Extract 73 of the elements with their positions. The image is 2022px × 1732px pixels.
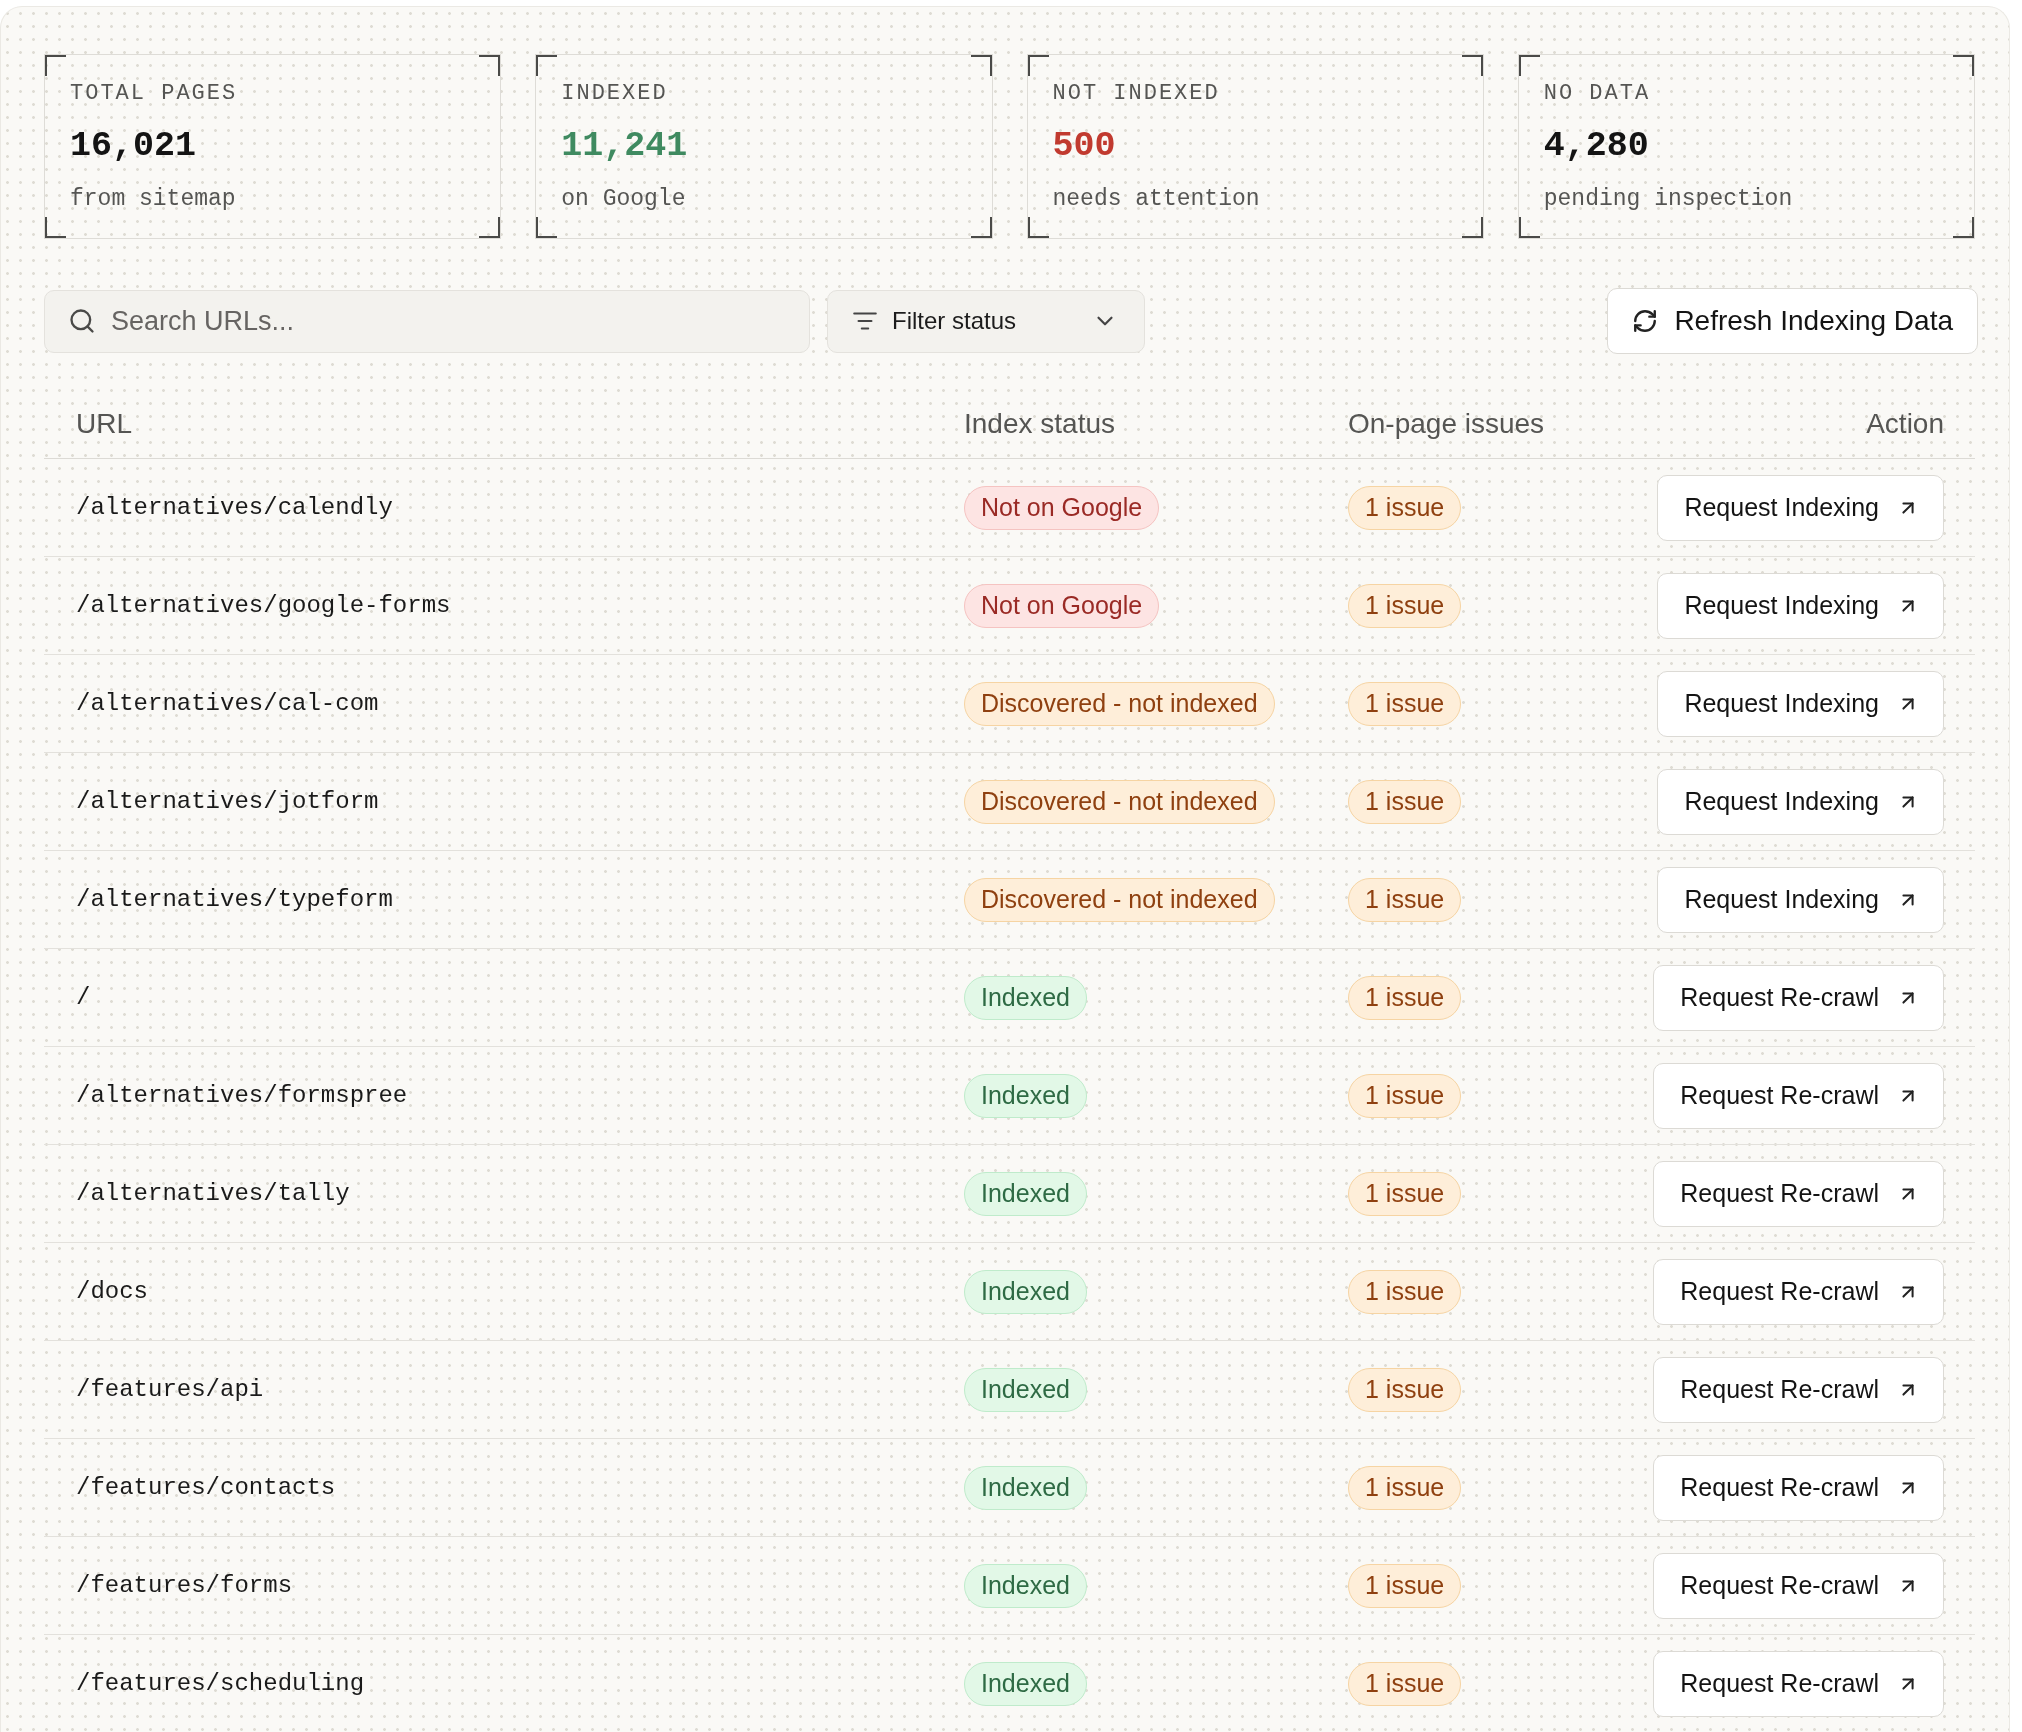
request-button[interactable]: Request Indexing (1657, 474, 1944, 541)
issues-badge: 1 issue (1348, 1171, 1462, 1216)
status-badge: Indexed (964, 1073, 1087, 1118)
request-button[interactable]: Request Re-crawl (1653, 1160, 1944, 1227)
issues-badge: 1 issue (1348, 779, 1462, 824)
issues-badge: 1 issue (1348, 1563, 1462, 1608)
status-badge: Indexed (964, 1367, 1087, 1412)
stat-label: NOT INDEXED (1052, 80, 1220, 108)
issues-badge: 1 issue (1348, 485, 1462, 530)
stat-value: 4,280 (1543, 125, 1649, 168)
stat-value: 11,241 (561, 125, 688, 168)
search-field[interactable]: Search URLs... (44, 289, 810, 353)
status-badge: Not on Google (964, 485, 1160, 530)
request-button[interactable]: Request Re-crawl (1653, 1650, 1944, 1717)
issues-badge: 1 issue (1348, 975, 1462, 1020)
request-button[interactable]: Request Re-crawl (1653, 1552, 1944, 1619)
issues-badge: 1 issue (1348, 681, 1462, 726)
request-button[interactable]: Request Re-crawl (1653, 1356, 1944, 1423)
column-header: On-page issues (1348, 408, 1545, 440)
status-badge: Indexed (964, 1269, 1087, 1314)
status-badge: Indexed (964, 1465, 1087, 1510)
stat-value: 500 (1052, 125, 1116, 168)
url-cell: /alternatives/typeform (76, 886, 393, 913)
status-badge: Indexed (964, 975, 1087, 1020)
request-button[interactable]: Request Indexing (1657, 572, 1944, 639)
url-cell: /features/contacts (76, 1474, 336, 1501)
issues-badge: 1 issue (1348, 1465, 1462, 1510)
request-button[interactable]: Request Indexing (1657, 768, 1944, 835)
filter-dropdown[interactable]: Filter status (827, 289, 1145, 353)
url-cell: /alternatives/tally (76, 1180, 350, 1207)
request-button[interactable]: Request Re-crawl (1653, 964, 1944, 1031)
request-button[interactable]: Request Re-crawl (1653, 1454, 1944, 1521)
url-cell: /alternatives/jotform (76, 788, 379, 815)
issues-badge: 1 issue (1348, 1269, 1462, 1314)
request-button[interactable]: Request Re-crawl (1653, 1062, 1944, 1129)
status-badge: Discovered - not indexed (964, 877, 1275, 922)
stat-caption: on Google (561, 185, 686, 214)
column-header: URL (76, 408, 132, 440)
stat-label: NO DATA (1543, 80, 1651, 108)
request-button[interactable]: Request Indexing (1657, 866, 1944, 933)
stat-label: TOTAL PAGES (70, 80, 238, 108)
stat-caption: pending inspection (1543, 185, 1793, 214)
search-icon (68, 307, 96, 335)
stat-value: 16,021 (70, 125, 197, 168)
url-cell: /alternatives/formspree (76, 1082, 408, 1109)
issues-badge: 1 issue (1348, 583, 1462, 628)
issues-badge: 1 issue (1348, 1367, 1462, 1412)
refresh-icon (1632, 308, 1659, 334)
url-cell: /docs (76, 1278, 148, 1305)
request-button[interactable]: Request Re-crawl (1653, 1258, 1944, 1325)
status-badge: Indexed (964, 1661, 1087, 1706)
stat-label: INDEXED (561, 80, 668, 108)
status-badge: Indexed (964, 1563, 1087, 1608)
url-cell: /alternatives/google-forms (76, 592, 451, 619)
status-badge: Discovered - not indexed (964, 779, 1275, 824)
column-header: Action (1866, 408, 1944, 440)
url-cell: /features/scheduling (76, 1670, 365, 1697)
issues-badge: 1 issue (1348, 1073, 1462, 1118)
refresh-button[interactable]: Refresh Indexing Data (1607, 288, 1978, 354)
status-badge: Discovered - not indexed (964, 681, 1275, 726)
url-cell: /features/api (76, 1376, 264, 1403)
request-button[interactable]: Request Indexing (1657, 670, 1944, 737)
url-cell: /alternatives/cal-com (76, 690, 379, 717)
issues-badge: 1 issue (1348, 1661, 1462, 1706)
status-badge: Not on Google (964, 583, 1160, 628)
url-cell: / (76, 984, 91, 1011)
status-badge: Indexed (964, 1171, 1087, 1216)
stat-caption: from sitemap (70, 185, 236, 214)
url-cell: /features/forms (76, 1572, 293, 1599)
url-cell: /alternatives/calendly (76, 494, 393, 521)
column-header: Index status (964, 408, 1115, 440)
stat-caption: needs attention (1052, 185, 1260, 214)
issues-badge: 1 issue (1348, 877, 1462, 922)
